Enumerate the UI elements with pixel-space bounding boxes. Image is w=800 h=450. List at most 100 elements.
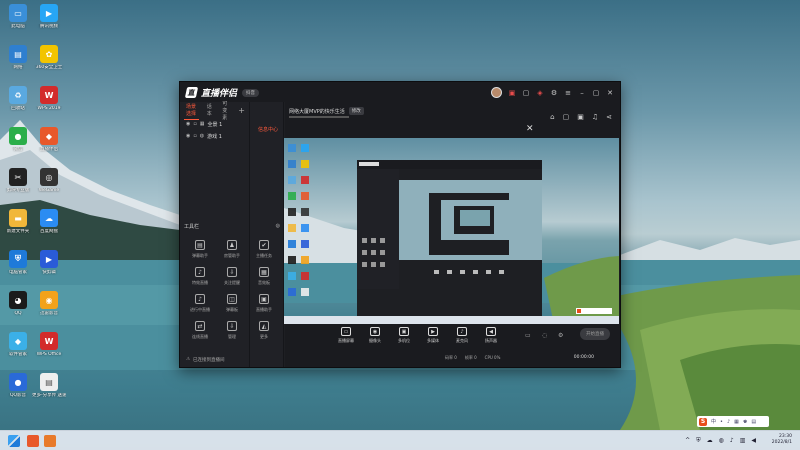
desktop-icon-downloader[interactable]: ▤ 更多-分享传 送速下载器 — [32, 373, 66, 399]
settings-gear-icon[interactable]: ⚙ — [558, 332, 563, 339]
edit-title-button[interactable]: 修改 — [348, 107, 364, 115]
control-button[interactable]: ♪ 麦克风 — [453, 327, 471, 344]
skin-icon[interactable]: ♚ — [743, 419, 747, 425]
tool-icon: ◭ — [259, 321, 269, 331]
control-button[interactable]: ◀ 扬声器 — [482, 327, 500, 344]
maximize-icon[interactable]: ▢ — [592, 89, 600, 97]
sogou-icon[interactable]: S — [699, 417, 707, 426]
tools-icon[interactable]: ▤ — [751, 419, 756, 425]
lock-icon[interactable]: ▢ — [563, 113, 570, 121]
desktop-icon-baidu-netdisk[interactable]: ☁ 百度网盘 — [32, 209, 66, 235]
tab-script[interactable]: 话本 — [205, 101, 214, 119]
control-button[interactable]: ▶ 多媒体 — [424, 327, 442, 344]
chat-icon[interactable]: ▢ — [522, 89, 530, 97]
platform-pill[interactable]: 抖音 — [242, 88, 260, 97]
desktop-icon-qq[interactable]: ◕ QQ — [1, 291, 35, 317]
wps-office-icon: W — [40, 332, 58, 350]
bell-icon[interactable]: ♫ — [592, 113, 598, 121]
mic-icon[interactable]: ♪ — [727, 419, 730, 425]
lock-icon[interactable]: ▫ — [193, 121, 196, 127]
start-button[interactable] — [8, 435, 20, 447]
desktop-icon-wechat[interactable]: ● 微信 — [1, 127, 35, 153]
control-label: 摄像头 — [369, 338, 381, 343]
desktop-icon-this-pc[interactable]: ▭ 此电脑 — [1, 4, 35, 30]
desktop-icon-pc-manager[interactable]: ⛨ 电脑管家 — [1, 250, 35, 276]
record-icon[interactable]: ▣ — [577, 113, 584, 121]
tool-item[interactable]: ◭ 更多 — [248, 321, 280, 340]
cloud-icon[interactable]: ☁ — [707, 437, 713, 445]
share-icon[interactable]: ⋖ — [606, 113, 612, 121]
desktop-icon-thunder-player[interactable]: ◉ 迅雷影音 — [32, 291, 66, 317]
desktop-icon-quick-edit[interactable]: ▶ 快剪辑 — [32, 250, 66, 276]
settings-icon[interactable]: ⚙ — [550, 89, 558, 97]
tab-message-center[interactable]: 信息中心 — [258, 126, 278, 133]
taskbar-live-companion[interactable] — [27, 435, 39, 447]
notification-icon[interactable]: ◈ — [536, 89, 544, 97]
recycle-bin-icon: ♻ — [9, 86, 27, 104]
wechat-tray-icon[interactable]: ◍ — [719, 437, 724, 445]
tool-item[interactable]: ✔ 主播任务 — [248, 240, 280, 259]
filter-icon[interactable]: ◌ — [542, 332, 547, 339]
tool-item[interactable]: ◫ 弹幕板 — [216, 294, 248, 313]
start-live-button[interactable]: 开始直播 — [580, 328, 610, 340]
tab-material[interactable]: 可变素 — [220, 98, 232, 123]
chevron-up-icon[interactable]: ^ — [685, 437, 690, 445]
lang-icon[interactable]: 中 — [711, 418, 716, 425]
menu-icon[interactable]: ≡ — [564, 89, 572, 97]
room-title-row: 网络大厦MVP的快乐生活 修改 — [289, 107, 364, 115]
wechat-icon: ● — [9, 127, 27, 145]
desktop-icon-security-guard[interactable]: ✿ 360安全卫士 — [32, 45, 66, 71]
add-scene-icon[interactable]: + — [238, 106, 245, 115]
lock-icon[interactable]: ▫ — [193, 133, 196, 139]
preview-close-icon[interactable]: ✕ — [526, 124, 534, 134]
close-icon[interactable]: ✕ — [606, 89, 614, 97]
taskbar-app[interactable] — [44, 435, 56, 447]
desktop-icon-software-manager[interactable]: ◆ 软件管家 — [1, 332, 35, 358]
desktop-icon-capcut[interactable]: ✂ 剪映专业版 — [1, 168, 35, 194]
control-button[interactable]: ▭ 直播屏幕 — [337, 327, 355, 344]
tool-item[interactable]: ⇩ 关注提醒 — [216, 267, 248, 286]
new-folder-icon: ▬ — [9, 209, 27, 227]
desktop-icon-tencent-video[interactable]: ▶ 腾讯视频 — [32, 4, 66, 30]
tool-item[interactable]: ▤ 弹幕助手 — [184, 240, 216, 259]
desktop-icon-qq-player[interactable]: ● QQ影音 — [1, 373, 35, 399]
input-method-bar[interactable]: S 中 • ♪ ▦ ♚ ▤ — [697, 416, 769, 427]
desktop-icon-new-folder[interactable]: ▬ 新建文件夹 — [1, 209, 35, 235]
tool-item[interactable]: ▦ 音效板 — [248, 267, 280, 286]
gift-box-icon[interactable]: ⌂ — [550, 113, 554, 121]
user-avatar[interactable] — [491, 87, 502, 98]
desktop-icon-label: WeGame — [38, 188, 60, 193]
shield-icon[interactable]: ⛨ — [696, 437, 701, 445]
keyboard-icon[interactable]: ▦ — [734, 419, 739, 425]
minimize-icon[interactable]: – — [578, 89, 586, 97]
tool-item[interactable]: ⇄ 连线直播 — [184, 321, 216, 340]
control-button[interactable]: ▣ 多机位 — [395, 327, 413, 344]
scene-item[interactable]: ◉ ▫ ▦ 全景 1 — [180, 118, 249, 130]
network-icon[interactable]: ▥ — [740, 437, 746, 445]
toolbar-settings-icon[interactable]: ◎ — [276, 223, 280, 230]
tool-item[interactable]: ♟ 房管助手 — [216, 240, 248, 259]
live-preview[interactable] — [284, 138, 619, 324]
desktop-icon-wps-2019[interactable]: W WPS 2019 — [32, 86, 66, 112]
visibility-icon[interactable]: ◉ — [186, 133, 190, 139]
title-bar[interactable]: 直 直播伴侣 抖音 ▣ ▢ ◈ ⚙ ≡ – ▢ ✕ — [180, 82, 620, 102]
desktop-icon-wegame[interactable]: ◎ WeGame — [32, 168, 66, 194]
tab-scene[interactable]: 场景选择 — [184, 101, 199, 120]
tool-item[interactable]: ♪ 进行中直播 — [184, 294, 216, 313]
tool-item[interactable]: ▣ 直播助手 — [248, 294, 280, 313]
control-button[interactable]: ◉ 摄像头 — [366, 327, 384, 344]
camera-settings-icon[interactable]: ▭ — [525, 332, 531, 339]
visibility-icon[interactable]: ◉ — [186, 121, 190, 127]
tool-item[interactable]: ♪ 特效直播 — [184, 267, 216, 286]
volume-icon[interactable]: ◀ — [751, 437, 756, 445]
desktop-icon-network[interactable]: ▤ 网络 — [1, 45, 35, 71]
desktop-icon-wps-office[interactable]: W WPS Office — [32, 332, 66, 358]
mic-tray-icon[interactable]: ♪ — [730, 437, 734, 445]
scene-item[interactable]: ◉ ▫ ◍ 游戏 1 — [180, 130, 249, 142]
desktop-icon-live-companion[interactable]: ◆ 直播伴侣 — [32, 127, 66, 153]
gift-icon[interactable]: ▣ — [508, 89, 516, 97]
punct-icon[interactable]: • — [720, 419, 723, 425]
tool-item[interactable]: ⇩ 管理 — [216, 321, 248, 340]
desktop-icon-recycle-bin[interactable]: ♻ 回收站 — [1, 86, 35, 112]
system-clock[interactable]: 23:30 2022/8/1 — [772, 434, 792, 446]
